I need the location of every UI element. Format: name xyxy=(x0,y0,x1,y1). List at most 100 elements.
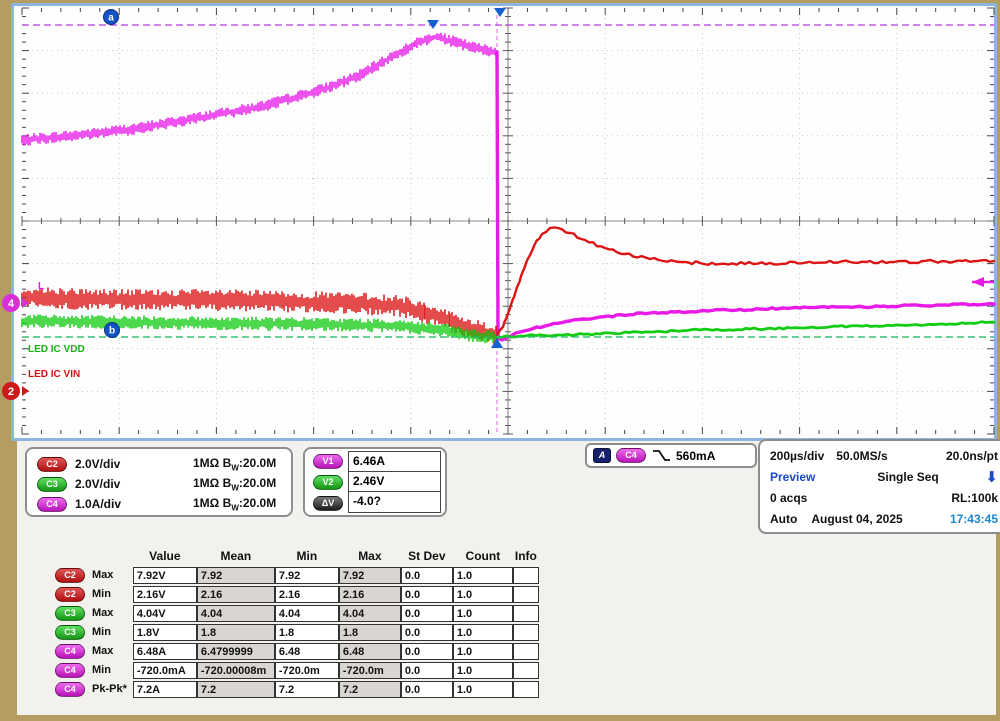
row-channel-badge[interactable]: C4 xyxy=(55,682,85,697)
cell-min: 4.04 xyxy=(275,605,339,622)
cell-info xyxy=(513,662,539,679)
cell-count: 1.0 xyxy=(453,643,513,660)
scope-display xyxy=(11,3,997,441)
row-channel-badge[interactable]: C2 xyxy=(55,587,85,602)
cell-min: 7.2 xyxy=(275,681,339,698)
col-value: Value xyxy=(133,549,197,565)
cursor-v1-value: 6.46A xyxy=(349,452,440,472)
measurement-row: C3Max4.04V4.044.044.040.01.0 xyxy=(55,605,539,622)
cell-count: 1.0 xyxy=(453,567,513,584)
cell-min: -720.0m xyxy=(275,662,339,679)
arrow-down-icon: ⬇ xyxy=(985,468,998,486)
measurement-row: C4Pk-Pk*7.2A7.27.27.20.01.0 xyxy=(55,681,539,698)
cell-mean: 1.8 xyxy=(197,624,275,641)
cell-count: 1.0 xyxy=(453,662,513,679)
c4-scale: 1.0A/div xyxy=(75,497,165,511)
measurement-row: C2Max7.92V7.927.927.920.01.0 xyxy=(55,567,539,584)
cell-info xyxy=(513,624,539,641)
col-stdev: St Dev xyxy=(401,549,453,565)
trigger-box[interactable]: A C4 560mA xyxy=(585,443,757,468)
row-name: Max xyxy=(92,569,113,581)
cell-stdev: 0.0 xyxy=(401,586,453,603)
record-length: RL:100k xyxy=(951,491,998,505)
cell-count: 1.0 xyxy=(453,605,513,622)
trigger-a-badge: A xyxy=(593,448,611,463)
cell-info xyxy=(513,605,539,622)
cell-max: 6.48 xyxy=(339,643,401,660)
cell-value: 7.92V xyxy=(133,567,197,584)
cell-min: 2.16 xyxy=(275,586,339,603)
cell-stdev: 0.0 xyxy=(401,662,453,679)
horizontal-box[interactable]: 200µs/div 50.0MS/s 20.0ns/pt Preview Sin… xyxy=(758,439,1000,534)
sample-rate: 50.0MS/s xyxy=(836,449,887,463)
cell-count: 1.0 xyxy=(453,624,513,641)
c2-badge[interactable]: C2 xyxy=(37,457,67,472)
cell-mean: -720.00008m xyxy=(197,662,275,679)
cell-stdev: 0.0 xyxy=(401,567,453,584)
cell-min: 7.92 xyxy=(275,567,339,584)
date: August 04, 2025 xyxy=(811,512,902,526)
row-name: Max xyxy=(92,645,113,657)
cell-count: 1.0 xyxy=(453,681,513,698)
trigger-level: 560mA xyxy=(676,449,715,463)
falling-edge-icon xyxy=(651,448,671,463)
cell-value: 4.04V xyxy=(133,605,197,622)
col-mean: Mean xyxy=(197,549,275,565)
row-name: Min xyxy=(92,664,111,676)
cell-stdev: 0.0 xyxy=(401,605,453,622)
cell-mean: 2.16 xyxy=(197,586,275,603)
cursor-v2-value: 2.46V xyxy=(349,472,440,492)
col-min: Min xyxy=(275,549,339,565)
channel-row-c4[interactable]: C4 1.0A/div 1MΩ BW:20.0M xyxy=(37,494,281,514)
measurement-row: C2Min2.16V2.162.162.160.01.0 xyxy=(55,586,539,603)
dv-badge: ΔV xyxy=(313,496,343,511)
c4-badge[interactable]: C4 xyxy=(37,497,67,512)
c3-scale: 2.0V/div xyxy=(75,477,165,491)
cell-mean: 4.04 xyxy=(197,605,275,622)
channel-settings-box[interactable]: C2 2.0V/div 1MΩ BW:20.0M C3 2.0V/div 1MΩ… xyxy=(25,447,293,517)
cell-value: 6.48A xyxy=(133,643,197,660)
c2-impedance: 1MΩ BW:20.0M xyxy=(193,456,276,472)
row-channel-badge[interactable]: C2 xyxy=(55,568,85,583)
row-channel-badge[interactable]: C4 xyxy=(55,663,85,678)
cell-info xyxy=(513,586,539,603)
cell-info xyxy=(513,681,539,698)
cell-stdev: 0.0 xyxy=(401,681,453,698)
trigger-mode: Auto xyxy=(770,512,797,526)
timebase: 200µs/div xyxy=(770,449,824,463)
bottom-panel: C2 2.0V/div 1MΩ BW:20.0M C3 2.0V/div 1MΩ… xyxy=(17,441,996,715)
measurement-header-row: Value Mean Min Max St Dev Count Info xyxy=(55,549,539,565)
channel-row-c3[interactable]: C3 2.0V/div 1MΩ BW:20.0M xyxy=(37,474,281,494)
c2-scale: 2.0V/div xyxy=(75,457,165,471)
measurement-row: C3Min1.8V1.81.81.80.01.0 xyxy=(55,624,539,641)
trigger-source-badge: C4 xyxy=(616,448,646,463)
row-channel-badge[interactable]: C3 xyxy=(55,625,85,640)
cell-max: -720.0m xyxy=(339,662,401,679)
cell-max: 2.16 xyxy=(339,586,401,603)
col-max: Max xyxy=(339,549,401,565)
row-name: Min xyxy=(92,626,111,638)
c4-impedance: 1MΩ BW:20.0M xyxy=(193,496,276,512)
cell-info xyxy=(513,567,539,584)
row-name: Max xyxy=(92,607,113,619)
channel-row-c2[interactable]: C2 2.0V/div 1MΩ BW:20.0M xyxy=(37,454,281,474)
measurement-row: C4Min-720.0mA-720.00008m-720.0m-720.0m0.… xyxy=(55,662,539,679)
measurement-row: C4Max6.48A6.47999996.486.480.01.0 xyxy=(55,643,539,660)
cursor-readout-box[interactable]: V1 V2 ΔV 6.46A 2.46V -4.0? xyxy=(303,447,447,517)
cell-value: 7.2A xyxy=(133,681,197,698)
cell-mean: 7.2 xyxy=(197,681,275,698)
cell-info xyxy=(513,643,539,660)
c3-impedance: 1MΩ BW:20.0M xyxy=(193,476,276,492)
cell-stdev: 0.0 xyxy=(401,643,453,660)
row-channel-badge[interactable]: C3 xyxy=(55,606,85,621)
v2-badge: V2 xyxy=(313,475,343,490)
cell-max: 7.2 xyxy=(339,681,401,698)
c3-badge[interactable]: C3 xyxy=(37,477,67,492)
cell-value: -720.0mA xyxy=(133,662,197,679)
cell-mean: 7.92 xyxy=(197,567,275,584)
row-name: Min xyxy=(92,588,111,600)
row-channel-badge[interactable]: C4 xyxy=(55,644,85,659)
cell-max: 4.04 xyxy=(339,605,401,622)
resolution: 20.0ns/pt xyxy=(946,449,998,463)
cell-min: 6.48 xyxy=(275,643,339,660)
